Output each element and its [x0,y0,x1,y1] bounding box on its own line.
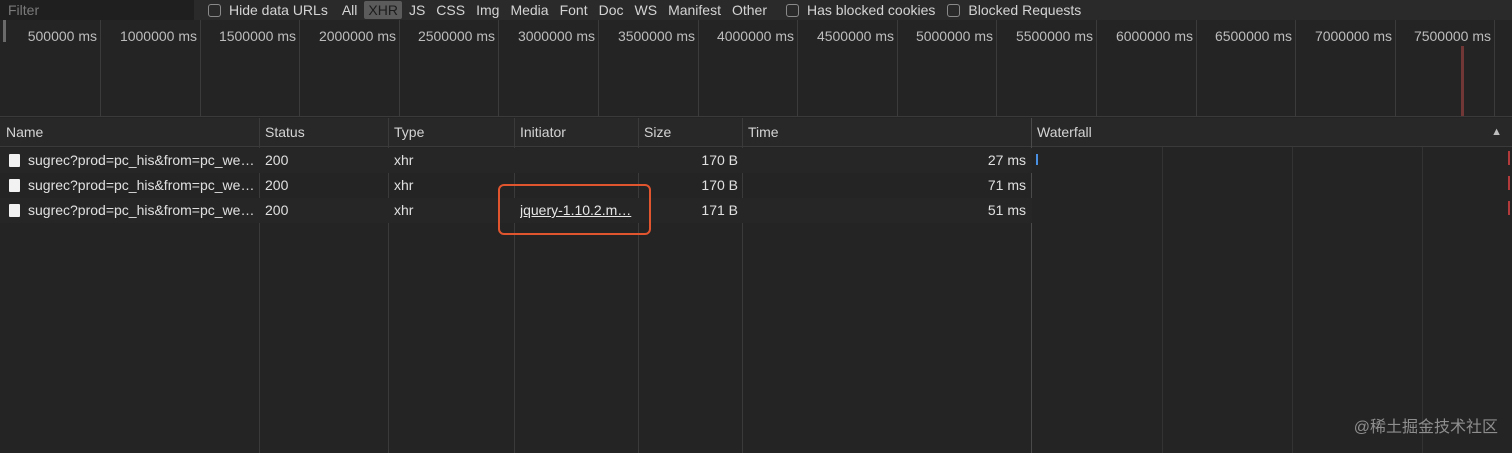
column-header-time[interactable]: Time [742,118,1032,147]
document-icon [9,179,20,192]
sort-ascending-icon[interactable]: ▲ [1491,118,1502,147]
resource-type-filters: All XHR JS CSS Img Media Font Doc WS Man… [338,1,774,19]
overview-request-marker [1461,46,1464,116]
request-size: 170 B [701,152,738,168]
request-size: 171 B [701,202,738,218]
hide-data-urls-label: Hide data URLs [229,2,328,18]
checkbox-box[interactable] [947,3,961,17]
blocked-requests-checkbox[interactable]: Blocked Requests [947,2,1081,18]
timeline-overview[interactable]: 500000 ms 1000000 ms 1500000 ms 2000000 ms 2… [0,20,1512,117]
overview-tick-label: 1000000 ms [119,28,197,44]
type-filter-ws[interactable]: WS [631,1,662,19]
request-type: xhr [394,202,414,218]
type-filter-media[interactable]: Media [506,1,552,19]
type-filter-all[interactable]: All [338,1,362,19]
overview-gridline [1096,20,1097,117]
column-header-name[interactable]: Name [0,118,260,147]
filter-input[interactable] [0,0,194,20]
overview-gridline [498,20,499,117]
overview-tick-label: 5000000 ms [915,28,993,44]
column-header-initiator[interactable]: Initiator [514,118,638,147]
document-icon [9,154,20,167]
overview-tick-label: 3500000 ms [617,28,695,44]
overview-gridline [996,20,997,117]
type-filter-font[interactable]: Font [556,1,592,19]
hide-data-urls-checkbox[interactable]: Hide data URLs [208,2,328,18]
type-filter-manifest[interactable]: Manifest [664,1,725,19]
request-status: 200 [265,152,289,168]
waterfall-marker [1508,201,1510,215]
overview-tick-label: 7500000 ms [1413,28,1491,44]
overview-tick-label: 3000000 ms [517,28,595,44]
blocked-requests-label: Blocked Requests [968,2,1082,18]
overview-tick-label: 2000000 ms [318,28,396,44]
waterfall-timing-bar[interactable] [1036,154,1038,165]
type-filter-js[interactable]: JS [405,1,429,19]
checkbox-box[interactable] [786,3,799,17]
overview-gridline [598,20,599,117]
type-filter-xhr[interactable]: XHR [364,1,402,19]
column-header-type[interactable]: Type [388,118,514,147]
network-toolbar: Hide data URLs All XHR JS CSS Img Media … [0,0,1512,20]
request-type: xhr [394,152,414,168]
request-type: xhr [394,177,414,193]
waterfall-gridline [1422,147,1423,453]
checkbox-box[interactable] [208,3,221,17]
has-blocked-cookies-checkbox[interactable]: Has blocked cookies [786,2,935,18]
request-status: 200 [265,177,289,193]
overview-tick-label: 4000000 ms [716,28,794,44]
overview-tick-label: 1500000 ms [218,28,296,44]
column-header-size[interactable]: Size [638,118,742,147]
overview-tick-label: 5500000 ms [1015,28,1093,44]
overview-gridline [100,20,101,117]
overview-tick-label: 2500000 ms [417,28,495,44]
network-request-table: Name Status Type Initiator Size Time Wat… [0,118,1512,453]
overview-tick-label: 4500000 ms [816,28,894,44]
request-size: 170 B [701,177,738,193]
waterfall-marker [1508,176,1510,190]
request-time: 51 ms [987,202,1026,218]
overview-gridline [299,20,300,117]
waterfall-gridline [1292,147,1293,453]
type-filter-css[interactable]: CSS [432,1,469,19]
watermark: @稀土掘金技术社区 [1353,419,1498,436]
table-header: Name Status Type Initiator Size Time Wat… [0,118,1512,147]
overview-gridline [1295,20,1296,117]
request-initiator [520,148,634,173]
type-filter-doc[interactable]: Doc [595,1,628,19]
request-name[interactable]: sugrec?prod=pc_his&from=pc_we… [28,148,256,173]
overview-tick-label: 6500000 ms [1214,28,1292,44]
waterfall-gridline [1162,147,1163,453]
has-blocked-cookies-label: Has blocked cookies [807,2,936,18]
overview-gridline [797,20,798,117]
overview-tick-label: 6000000 ms [1115,28,1193,44]
request-name[interactable]: sugrec?prod=pc_his&from=pc_we… [28,173,256,198]
request-status: 200 [265,202,289,218]
request-time: 71 ms [987,177,1026,193]
type-filter-other[interactable]: Other [728,1,771,19]
request-name[interactable]: sugrec?prod=pc_his&from=pc_we… [28,198,256,223]
request-time: 27 ms [987,152,1026,168]
overview-tick-label: 7000000 ms [1314,28,1392,44]
overview-tick-label: 500000 ms [27,28,97,44]
initiator-highlight-box [498,184,651,235]
column-header-waterfall[interactable]: Waterfall [1031,118,1512,147]
column-header-status[interactable]: Status [259,118,388,147]
document-icon [9,204,20,217]
overview-gridline [1494,20,1495,117]
type-filter-img[interactable]: Img [472,1,503,19]
waterfall-marker [1508,151,1510,165]
table-row[interactable]: sugrec?prod=pc_his&from=pc_we… 200 xhr 1… [0,148,1032,173]
